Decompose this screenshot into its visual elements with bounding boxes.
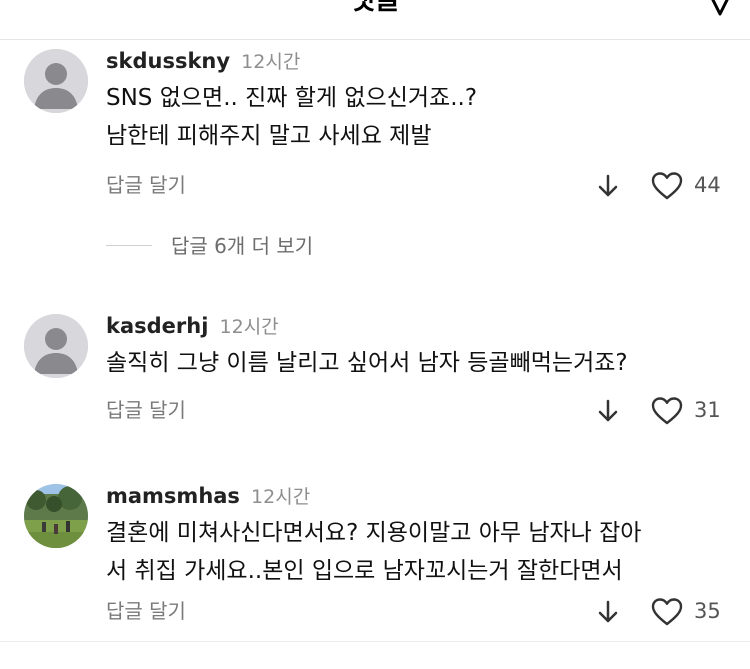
reply-button[interactable]: 답글 달기 xyxy=(106,393,186,427)
comment-text-line: SNS 없으면.. 진짜 할게 없으신거죠..? xyxy=(106,85,478,111)
comment-text: 결혼에 미쳐사신다면서요? 지용이말고 아무 남자나 잡아 서 취집 가세요..… xyxy=(106,514,721,590)
heart-outline-icon[interactable] xyxy=(650,171,684,201)
divider xyxy=(0,641,750,642)
like-count: 35 xyxy=(694,599,721,623)
heart-outline-icon[interactable] xyxy=(650,396,684,426)
comment-text-line: 남한테 피해주지 말고 사세요 제발 xyxy=(106,123,432,149)
view-more-replies-label: 답글 6개 더 보기 xyxy=(171,234,314,258)
timestamp: 12시간 xyxy=(241,51,301,73)
default-avatar-icon xyxy=(24,314,88,378)
username[interactable]: mamsmhas xyxy=(106,484,240,508)
header-title: 댓글 xyxy=(350,0,400,16)
avatar[interactable] xyxy=(24,314,88,378)
comment-actions: 답글 달기 44 xyxy=(0,168,750,202)
like-count: 31 xyxy=(694,398,721,422)
timestamp: 12시간 xyxy=(219,316,279,338)
like-count: 44 xyxy=(694,173,721,197)
username[interactable]: skdusskny xyxy=(106,49,230,73)
timestamp: 12시간 xyxy=(251,486,311,508)
comment-text: 솔직히 그냥 이름 날리고 싶어서 남자 등골빼먹는거죠? xyxy=(106,344,721,382)
profile-photo xyxy=(24,484,88,548)
arrow-down-icon[interactable] xyxy=(595,398,621,424)
comment-text-line: 솔직히 그냥 이름 날리고 싶어서 남자 등골빼먹는거죠? xyxy=(106,350,628,376)
reply-button[interactable]: 답글 달기 xyxy=(106,168,186,202)
username[interactable]: kasderhj xyxy=(106,314,208,338)
comment-meta: mamsmhas 12시간 xyxy=(106,482,310,512)
arrow-down-icon[interactable] xyxy=(595,599,621,625)
avatar[interactable] xyxy=(24,49,88,113)
divider xyxy=(106,245,152,246)
heart-outline-icon[interactable] xyxy=(650,597,684,627)
comment-text-line: 서 취집 가세요..본인 입으로 남자꼬시는거 잘한다면서 xyxy=(106,558,623,584)
reply-button[interactable]: 답글 달기 xyxy=(106,594,186,628)
comment-text: SNS 없으면.. 진짜 할게 없으신거죠..? 남한테 피해주지 말고 사세요… xyxy=(106,79,721,155)
arrow-down-icon[interactable] xyxy=(595,173,621,199)
default-avatar-icon xyxy=(24,49,88,113)
comment-meta: skdusskny 12시간 xyxy=(106,47,300,77)
comment-text-line: 결혼에 미쳐사신다면서요? 지용이말고 아무 남자나 잡아 xyxy=(106,520,642,546)
chevron-down-icon[interactable] xyxy=(703,0,737,20)
view-more-replies-button[interactable]: 답글 6개 더 보기 xyxy=(106,229,506,263)
avatar[interactable] xyxy=(24,484,88,548)
comments-header: 댓글 xyxy=(0,0,750,40)
comment-meta: kasderhj 12시간 xyxy=(106,312,279,342)
comment-actions: 답글 달기 31 xyxy=(0,393,750,427)
comment-actions: 답글 달기 35 xyxy=(0,594,750,628)
